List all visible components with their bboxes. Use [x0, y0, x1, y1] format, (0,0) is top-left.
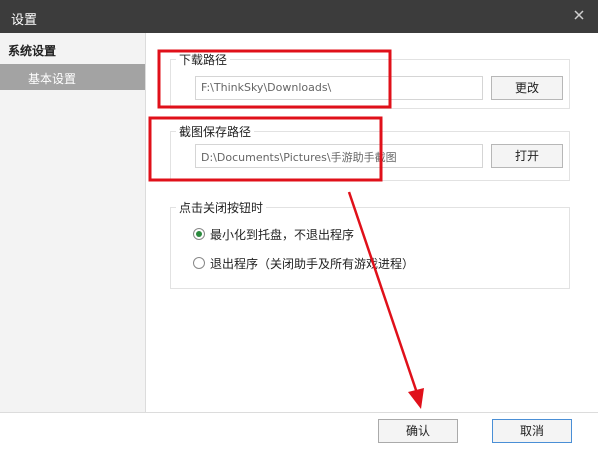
close-icon[interactable] [572, 8, 586, 22]
radio-label: 退出程序（关闭助手及所有游戏进程） [210, 257, 415, 271]
radio-label: 最小化到托盘，不退出程序 [210, 228, 355, 242]
download-path-legend: 下载路径 [176, 51, 231, 68]
ok-button[interactable]: 确认 [378, 419, 458, 443]
sidebar-group-system-settings: 系统设置 [8, 44, 57, 58]
title-bar: 设置 [0, 0, 598, 33]
download-path-field[interactable]: F:\ThinkSky\Downloads\ [195, 76, 483, 100]
screenshot-path-section: 截图保存路径 D:\Documents\Pictures\手游助手截图 打开 [170, 123, 570, 181]
dialog-footer: 确认 取消 [0, 412, 598, 451]
window-title: 设置 [11, 13, 38, 28]
settings-content: 下载路径 F:\ThinkSky\Downloads\ 更改 截图保存路径 D:… [147, 33, 598, 412]
sidebar: 系统设置 基本设置 [0, 33, 146, 412]
radio-unchecked-icon [193, 257, 205, 269]
change-download-path-button[interactable]: 更改 [491, 76, 563, 100]
sidebar-item-label: 基本设置 [28, 72, 77, 86]
sidebar-item-basic-settings[interactable]: 基本设置 [0, 64, 145, 90]
close-behavior-section: 点击关闭按钮时 最小化到托盘，不退出程序 退出程序（关闭助手及所有游戏进程） [170, 199, 570, 289]
screenshot-path-field[interactable]: D:\Documents\Pictures\手游助手截图 [195, 144, 483, 168]
radio-checked-icon [193, 228, 205, 240]
close-behavior-legend: 点击关闭按钮时 [176, 199, 267, 216]
open-screenshot-folder-button[interactable]: 打开 [491, 144, 563, 168]
screenshot-path-legend: 截图保存路径 [176, 123, 255, 140]
download-path-section: 下载路径 F:\ThinkSky\Downloads\ 更改 [170, 51, 570, 109]
cancel-button[interactable]: 取消 [492, 419, 572, 443]
